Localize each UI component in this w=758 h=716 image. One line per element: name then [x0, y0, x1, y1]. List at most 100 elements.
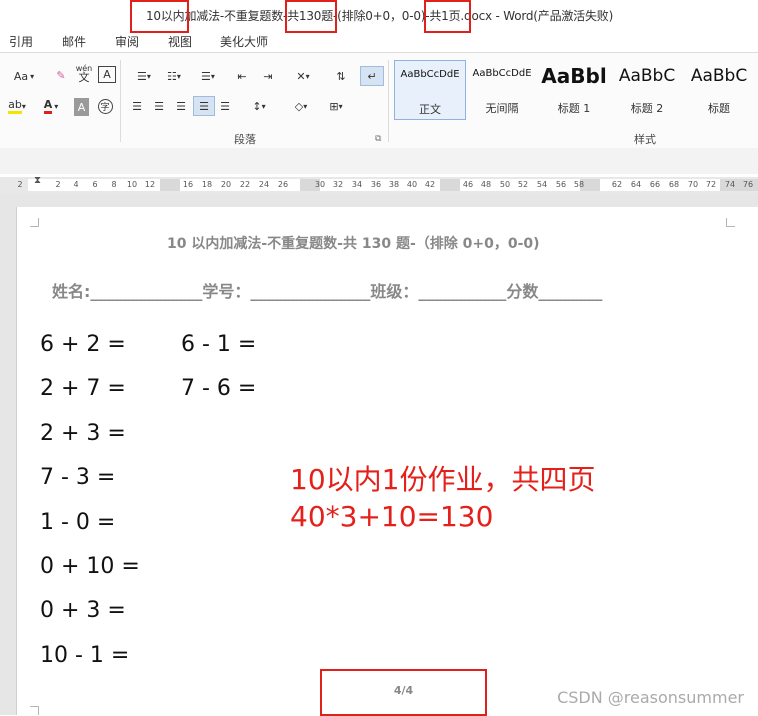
watermark: CSDN @reasonsummer [557, 688, 744, 707]
clear-format-icon[interactable]: ✎ [52, 66, 70, 84]
horizontal-ruler[interactable]: 2 2 4 6 8 10 12 16 18 20 22 24 26 30 32 … [0, 175, 758, 193]
ruler-tick: 18 [201, 180, 213, 189]
math-problem: 6 + 2 = [40, 332, 126, 357]
page-number-highlight: 4/4 [320, 669, 487, 716]
style-name: 无间隔 [485, 102, 519, 115]
ruler-tick: 72 [705, 180, 717, 189]
ruler-tick: 50 [499, 180, 511, 189]
tab-beautify[interactable]: 美化大师 [220, 33, 268, 50]
shading-icon[interactable]: ◇ ▾ [288, 97, 314, 115]
style-title[interactable]: AaBbC 标题 [684, 60, 754, 118]
style-name: 标题 1 [557, 102, 591, 115]
char-border-icon[interactable]: A [98, 66, 116, 83]
font-size-button[interactable]: Aa ▾ [8, 67, 40, 85]
text-direction-icon[interactable]: ✕ ▾ [290, 67, 316, 85]
ruler-tick: 26 [277, 180, 289, 189]
math-problem: 0 + 10 = [40, 554, 140, 579]
style-sample: AaBbCcDdE [472, 68, 532, 79]
ruler-tick: 2 [17, 180, 23, 189]
numbering-icon[interactable]: ☷ ▾ [162, 67, 186, 85]
justify-icon[interactable]: ☰ [193, 96, 215, 116]
math-problem: 0 + 3 = [40, 598, 126, 623]
style-no-spacing[interactable]: AaBbCcDdE 无间隔 [467, 60, 537, 118]
highlight-box-total [285, 0, 337, 33]
line-spacing-icon[interactable]: ↕ ▾ [246, 97, 272, 115]
math-problem: 10 - 1 = [40, 643, 129, 668]
tab-mailings[interactable]: 邮件 [62, 33, 86, 50]
indent-marker-icon[interactable]: ⧗ [34, 175, 41, 186]
tab-review[interactable]: 审阅 [115, 33, 139, 50]
phonetic-guide-icon[interactable]: wén 文 [74, 64, 94, 83]
ruler-tick: 24 [258, 180, 270, 189]
ruler-tick: 30 [314, 180, 326, 189]
sort-icon[interactable]: ⇅ [332, 67, 350, 85]
highlight-box-pages [424, 0, 471, 33]
annotation-line-1: 10以内1份作业，共四页 [290, 463, 596, 496]
problem-text: 0 + 10 = [40, 554, 140, 579]
style-heading-2[interactable]: AaBbC 标题 2 [612, 60, 682, 118]
ribbon-collapsed-strip [0, 148, 758, 174]
enclose-char-icon[interactable]: 字 [96, 97, 114, 115]
page-number: 4/4 [393, 684, 414, 697]
ruler-tick: 22 [239, 180, 251, 189]
font-size-label: Aa [13, 69, 29, 83]
problem-text: 6 - 1 = [181, 332, 257, 357]
distributed-icon[interactable]: ☰ [216, 97, 234, 115]
font-color-icon[interactable]: A ▾ [38, 97, 64, 115]
align-right-icon[interactable]: ☰ [172, 97, 190, 115]
ruler-tick: 16 [182, 180, 194, 189]
problem-text: 1 - 0 = [40, 510, 116, 535]
decrease-indent-icon[interactable]: ⇤ [232, 67, 252, 85]
ruler-tick: 12 [144, 180, 156, 189]
highlight-box-count [130, 0, 189, 33]
ruler-tick: 2 [55, 180, 61, 189]
ruler-column-gap [160, 179, 180, 191]
align-center-icon[interactable]: ☰ [150, 97, 168, 115]
ruler-tick: 20 [220, 180, 232, 189]
margin-corner-mark [30, 218, 39, 227]
ruler-tick: 40 [406, 180, 418, 189]
enclosed-char: 字 [97, 98, 113, 114]
style-normal[interactable]: AaBbCcDdE 正文 [394, 60, 466, 120]
style-heading-1[interactable]: AaBbl 标题 1 [540, 60, 608, 118]
document-title: 10 以内加减法-不重复题数-共 130 题-（排除 0+0，0-0) [167, 236, 540, 252]
ruler-tick: 76 [742, 180, 754, 189]
ruler-tick: 66 [649, 180, 661, 189]
ruler-tick: 56 [555, 180, 567, 189]
highlight-color-icon[interactable]: ab ▾ [6, 97, 28, 115]
bullets-icon[interactable]: ☰ ▾ [132, 67, 156, 85]
borders-icon[interactable]: ⊞ ▾ [322, 97, 350, 115]
ruler-tick: 48 [480, 180, 492, 189]
char-shading-icon[interactable]: A [74, 98, 89, 116]
align-left-icon[interactable]: ☰ [128, 97, 146, 115]
math-problem: 2 + 3 = [40, 421, 126, 446]
paragraph-launcher-icon[interactable]: ⧉ [375, 134, 381, 144]
style-sample: AaBbl [541, 64, 607, 88]
ruler-tick: 64 [630, 180, 642, 189]
tab-references[interactable]: 引用 [9, 33, 33, 50]
ribbon-separator [388, 60, 389, 142]
ruler-tick: 6 [92, 180, 98, 189]
title-bar: 10以内加减法-不重复题数-共130题-(排除0+0，0-0)-共1页.docx… [0, 0, 758, 33]
problem-text: 7 - 6 = [181, 376, 257, 401]
math-problem: 6 - 1 = [181, 332, 256, 357]
ruler-tick: 46 [462, 180, 474, 189]
increase-indent-icon[interactable]: ⇥ [258, 67, 278, 85]
styles-gallery: AaBbCcDdE 正文 AaBbCcDdE 无间隔 AaBbl 标题 1 Aa… [392, 60, 758, 120]
style-sample: AaBbCcDdE [400, 69, 460, 80]
math-problem: 2 + 7 = [40, 376, 126, 401]
multilevel-list-icon[interactable]: ☰ ▾ [196, 67, 220, 85]
style-name: 标题 [708, 102, 730, 115]
ruler-column-gap [440, 179, 460, 191]
problem-text: 2 + 3 = [40, 421, 126, 446]
ribbon-separator [120, 60, 121, 142]
paragraph-group-label: 段落 [234, 133, 256, 146]
ruler-tick: 54 [536, 180, 548, 189]
math-problem: 7 - 6 = [181, 376, 256, 401]
show-marks-icon[interactable]: ↵ [360, 66, 384, 86]
annotation-line-2: 40*3+10=130 [290, 500, 494, 533]
tab-view[interactable]: 视图 [168, 33, 192, 50]
ruler-tick: 38 [388, 180, 400, 189]
ruler-tick: 58 [573, 180, 585, 189]
ruler-tick: 10 [126, 180, 138, 189]
